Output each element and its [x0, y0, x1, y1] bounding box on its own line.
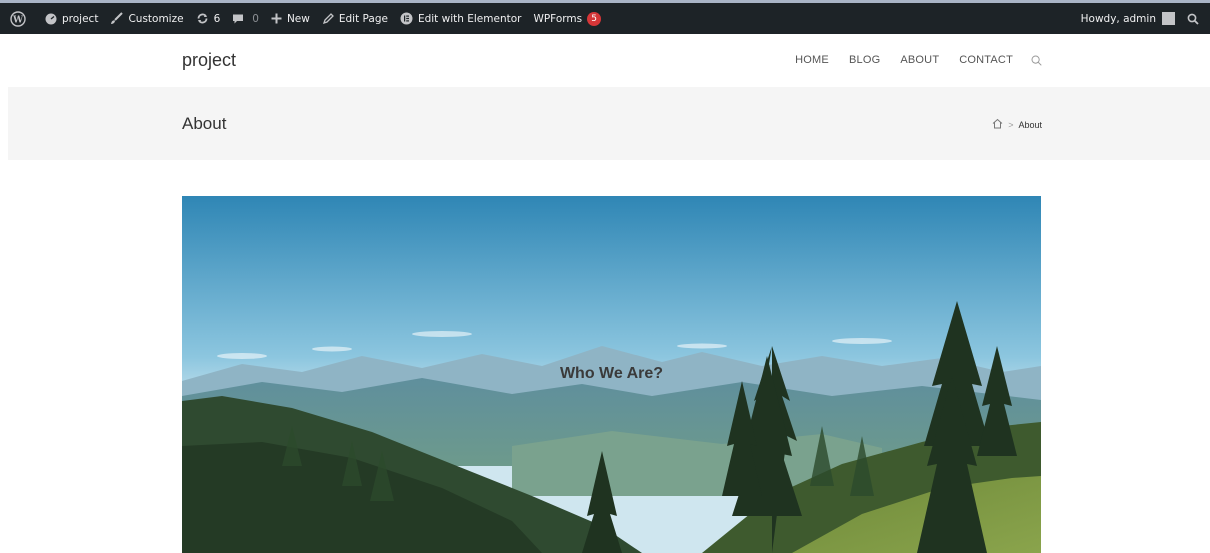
new-content-link[interactable]: New: [265, 3, 316, 34]
home-icon[interactable]: [992, 118, 1003, 131]
admin-bar: W project Customize 6 0 New Edit Page Ed…: [0, 0, 1210, 34]
admin-site-link[interactable]: project: [39, 3, 104, 34]
admin-search-button[interactable]: [1181, 3, 1210, 34]
elementor-label: Edit with Elementor: [417, 12, 522, 25]
wpforms-badge: 5: [587, 11, 602, 26]
elementor-link[interactable]: Edit with Elementor: [394, 3, 528, 34]
dashboard-icon: [45, 13, 57, 24]
hero-image: Who We Are?: [182, 196, 1041, 553]
wpforms-link[interactable]: WPForms 5: [527, 3, 607, 34]
main-nav: HOME BLOG ABOUT CONTACT: [775, 54, 1042, 66]
paintbrush-icon: [111, 12, 124, 24]
account-menu[interactable]: Howdy, admin: [1075, 3, 1181, 34]
customize-label: Customize: [128, 12, 184, 25]
updates-count: 6: [213, 12, 221, 25]
site-title[interactable]: project: [182, 50, 236, 71]
page-title-bar: About > About: [8, 87, 1210, 160]
wordpress-logo-icon[interactable]: W: [0, 3, 39, 34]
breadcrumb-separator: >: [1008, 119, 1014, 130]
edit-page-link[interactable]: Edit Page: [316, 3, 394, 34]
admin-site-name: project: [62, 12, 99, 25]
svg-text:W: W: [12, 15, 24, 25]
nav-home[interactable]: HOME: [795, 54, 829, 66]
new-label: New: [286, 12, 310, 25]
nav-about[interactable]: ABOUT: [900, 54, 939, 66]
page-title: About: [182, 114, 227, 133]
updates-link[interactable]: 6: [190, 3, 227, 34]
plus-icon: [271, 13, 282, 24]
wpforms-label: WPForms: [533, 12, 583, 25]
search-icon: [1187, 13, 1199, 25]
comments-count: 0: [252, 12, 259, 25]
site-header: project HOME BLOG ABOUT CONTACT: [0, 34, 1210, 87]
nav-contact[interactable]: CONTACT: [959, 54, 1013, 66]
updates-icon: [197, 13, 207, 24]
nav-blog[interactable]: BLOG: [849, 54, 880, 66]
breadcrumb-current: About: [1018, 119, 1042, 130]
comment-icon: [233, 14, 244, 23]
customize-link[interactable]: Customize: [104, 3, 189, 34]
hero-heading: Who We Are?: [559, 365, 664, 382]
pencil-icon: [322, 12, 334, 24]
elementor-icon: [400, 12, 413, 25]
breadcrumb: > About: [992, 118, 1042, 131]
greeting-text: Howdy, admin: [1080, 12, 1156, 25]
avatar: [1162, 12, 1175, 25]
comments-link[interactable]: 0: [226, 3, 265, 34]
edit-page-label: Edit Page: [338, 12, 388, 25]
nav-search-icon[interactable]: [1031, 55, 1042, 66]
